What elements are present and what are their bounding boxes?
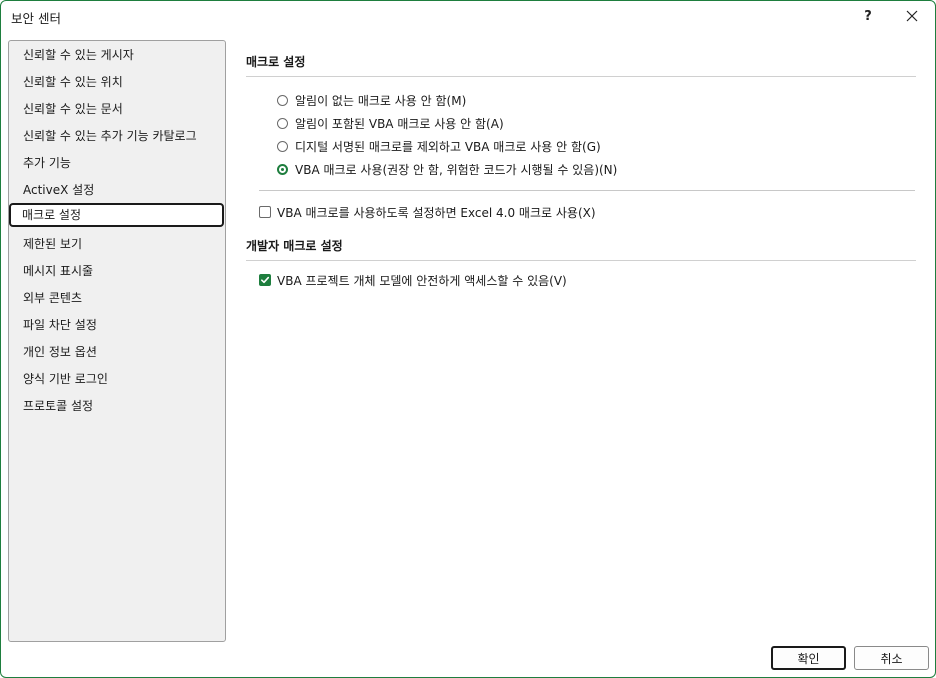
excel4-macros-checkbox-row[interactable]: VBA 매크로를 사용하도록 설정하면 Excel 4.0 매크로 사용(X) xyxy=(259,202,596,222)
ok-button[interactable]: 확인 xyxy=(771,646,846,670)
radio-button-selected[interactable] xyxy=(277,163,288,175)
radio-label: 디지털 서명된 매크로를 제외하고 VBA 매크로 사용 안 함(G) xyxy=(295,139,601,154)
sidebar-nav: 신뢰할 수 있는 게시자 신뢰할 수 있는 위치 신뢰할 수 있는 문서 신뢰할… xyxy=(8,40,226,642)
sidebar-item-protocol-settings[interactable]: 프로토콜 설정 xyxy=(10,394,222,418)
help-button[interactable]: ? xyxy=(846,2,890,30)
sidebar-item-activex-settings[interactable]: ActiveX 설정 xyxy=(10,178,222,202)
checkbox-unchecked[interactable] xyxy=(259,206,271,218)
sidebar-item-trusted-documents[interactable]: 신뢰할 수 있는 문서 xyxy=(10,97,222,121)
sidebar-item-macro-settings[interactable]: 매크로 설정 xyxy=(9,203,224,227)
sidebar-item-addins[interactable]: 추가 기능 xyxy=(10,151,222,175)
radio-button[interactable] xyxy=(277,117,288,129)
trust-center-dialog: 보안 센터 ? 신뢰할 수 있는 게시자 신뢰할 수 있는 위치 신뢰할 수 있… xyxy=(0,0,936,678)
checkbox-checked[interactable] xyxy=(259,274,271,286)
section-divider xyxy=(246,260,916,261)
checkbox-label: VBA 프로젝트 개체 모델에 안전하게 액세스할 수 있음(V) xyxy=(277,273,567,288)
sidebar-item-external-content[interactable]: 외부 콘텐츠 xyxy=(10,286,222,310)
sidebar-item-protected-view[interactable]: 제한된 보기 xyxy=(10,232,222,256)
sidebar-item-trusted-publishers[interactable]: 신뢰할 수 있는 게시자 xyxy=(10,43,222,67)
radio-disable-with-notification[interactable]: 알림이 포함된 VBA 매크로 사용 안 함(A) xyxy=(277,113,504,133)
vba-object-model-access-checkbox-row[interactable]: VBA 프로젝트 개체 모델에 안전하게 액세스할 수 있음(V) xyxy=(259,270,567,290)
sidebar-item-form-based-signin[interactable]: 양식 기반 로그인 xyxy=(10,367,222,391)
radio-enable-vba-macros[interactable]: VBA 매크로 사용(권장 안 함, 위험한 코드가 시행될 수 있음)(N) xyxy=(277,159,617,179)
checkmark-icon xyxy=(261,276,270,284)
close-button[interactable] xyxy=(890,2,934,30)
checkbox-label: VBA 매크로를 사용하도록 설정하면 Excel 4.0 매크로 사용(X) xyxy=(277,205,596,220)
sidebar-item-trusted-addin-catalogs[interactable]: 신뢰할 수 있는 추가 기능 카탈로그 xyxy=(10,124,222,148)
sidebar-item-privacy-options[interactable]: 개인 정보 옵션 xyxy=(10,340,222,364)
radio-label: 알림이 없는 매크로 사용 안 함(M) xyxy=(295,93,467,108)
radio-button[interactable] xyxy=(277,140,288,152)
macro-settings-header: 매크로 설정 xyxy=(246,55,306,69)
sidebar-item-message-bar[interactable]: 메시지 표시줄 xyxy=(10,259,222,283)
title-bar: 보안 센터 ? xyxy=(1,1,935,31)
radio-disable-except-signed[interactable]: 디지털 서명된 매크로를 제외하고 VBA 매크로 사용 안 함(G) xyxy=(277,136,601,156)
sidebar-item-file-block-settings[interactable]: 파일 차단 설정 xyxy=(10,313,222,337)
radio-label: VBA 매크로 사용(권장 안 함, 위험한 코드가 시행될 수 있음)(N) xyxy=(295,162,618,177)
radio-button[interactable] xyxy=(277,94,288,106)
radio-label: 알림이 포함된 VBA 매크로 사용 안 함(A) xyxy=(295,116,504,131)
radio-disable-no-notification[interactable]: 알림이 없는 매크로 사용 안 함(M) xyxy=(277,90,466,110)
section-divider xyxy=(246,76,916,77)
options-divider xyxy=(259,190,915,191)
window-title: 보안 센터 xyxy=(11,11,61,26)
help-icon: ? xyxy=(864,8,872,24)
close-icon xyxy=(906,10,918,22)
developer-settings-header: 개발자 매크로 설정 xyxy=(246,239,343,253)
sidebar-item-trusted-locations[interactable]: 신뢰할 수 있는 위치 xyxy=(10,70,222,94)
cancel-button[interactable]: 취소 xyxy=(854,646,929,670)
